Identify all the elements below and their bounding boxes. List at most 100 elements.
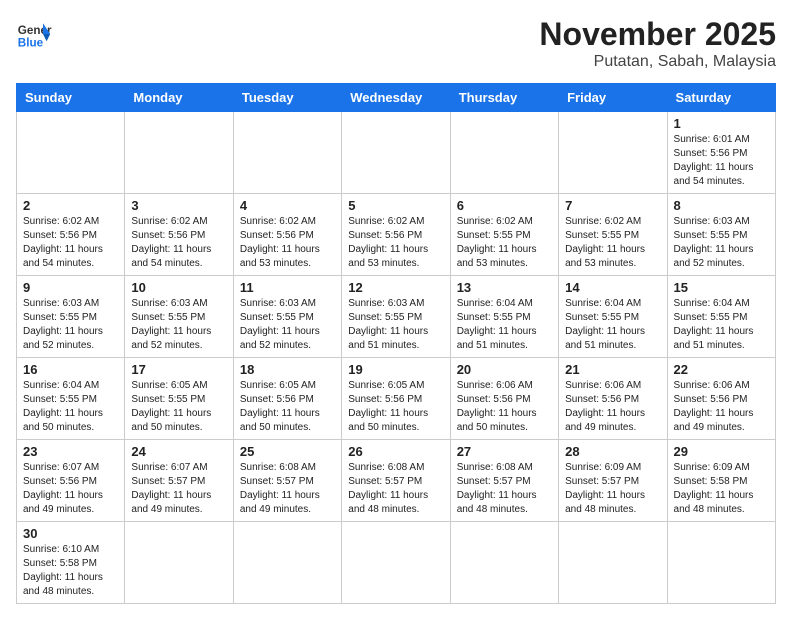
day-number: 25	[240, 444, 335, 459]
sunset-text: Sunset: 5:58 PM	[23, 558, 97, 569]
sunset-text: Sunset: 5:56 PM	[23, 230, 97, 241]
daylight-text: Daylight: 11 hours and 50 minutes.	[457, 408, 537, 433]
calendar-cell	[342, 112, 450, 194]
daylight-text: Daylight: 11 hours and 52 minutes.	[23, 326, 103, 351]
sunrise-text: Sunrise: 6:03 AM	[23, 298, 99, 309]
day-number: 20	[457, 362, 552, 377]
calendar-cell: 26Sunrise: 6:08 AMSunset: 5:57 PMDayligh…	[342, 440, 450, 522]
sunset-text: Sunset: 5:55 PM	[240, 312, 314, 323]
calendar-cell: 1Sunrise: 6:01 AMSunset: 5:56 PMDaylight…	[667, 112, 775, 194]
day-info: Sunrise: 6:05 AM Sunset: 5:56 PM Daylight:…	[348, 379, 443, 435]
daylight-text: Daylight: 11 hours and 53 minutes.	[348, 244, 428, 269]
calendar-cell: 24Sunrise: 6:07 AMSunset: 5:57 PMDayligh…	[125, 440, 233, 522]
col-header-saturday: Saturday	[667, 84, 775, 112]
calendar-cell: 2 Sunrise: 6:02 AMSunset: 5:56 PMDaylight…	[17, 194, 125, 276]
daylight-text: Daylight: 11 hours and 48 minutes.	[348, 490, 428, 515]
day-number: 2	[23, 198, 118, 213]
sunset-text: Sunset: 5:55 PM	[457, 312, 531, 323]
sunset-text: Sunset: 5:56 PM	[348, 230, 422, 241]
day-info: Sunrise: 6:04 AMSunset: 5:55 PMDaylight:…	[674, 297, 769, 353]
day-info: Sunrise: 6:10 AMSunset: 5:58 PMDaylight:…	[23, 543, 118, 599]
day-number: 21	[565, 362, 660, 377]
day-info: Sunrise: 6:09 AMSunset: 5:58 PMDaylight:…	[674, 461, 769, 517]
month-title: November 2025	[539, 16, 776, 53]
day-number: 19	[348, 362, 443, 377]
sunset-text: Sunset: 5:56 PM	[348, 394, 422, 405]
calendar-cell: 12Sunrise: 6:03 AMSunset: 5:55 PMDayligh…	[342, 276, 450, 358]
day-info: Sunrise: 6:03 AMSunset: 5:55 PMDaylight:…	[131, 297, 226, 353]
sunset-text: Sunset: 5:55 PM	[131, 394, 205, 405]
calendar-cell: 4Sunrise: 6:02 AMSunset: 5:56 PMDaylight…	[233, 194, 341, 276]
daylight-text: Daylight: 11 hours and 53 minutes.	[457, 244, 537, 269]
sunrise-text: Sunrise: 6:03 AM	[674, 216, 750, 227]
day-number: 6	[457, 198, 552, 213]
calendar-table: SundayMondayTuesdayWednesdayThursdayFrid…	[16, 83, 776, 604]
day-number: 3	[131, 198, 226, 213]
day-info: Sunrise: 6:02 AMSunset: 5:55 PMDaylight:…	[457, 215, 552, 271]
calendar-cell	[17, 112, 125, 194]
sunset-text: Sunset: 5:55 PM	[674, 230, 748, 241]
sunset-text: Sunset: 5:57 PM	[131, 476, 205, 487]
calendar-cell	[559, 522, 667, 604]
day-info: Sunrise: 6:05 AMSunset: 5:55 PMDaylight:…	[131, 379, 226, 435]
calendar-cell	[342, 522, 450, 604]
sunset-text: Sunset: 5:55 PM	[565, 312, 639, 323]
calendar-cell	[667, 522, 775, 604]
day-number: 27	[457, 444, 552, 459]
sunset-text: Sunset: 5:57 PM	[565, 476, 639, 487]
sunrise-text: Sunrise: 6:05 AM	[348, 380, 424, 391]
daylight-text: Daylight: 11 hours and 54 minutes.	[23, 244, 103, 269]
calendar-cell: 7Sunrise: 6:02 AMSunset: 5:55 PMDaylight…	[559, 194, 667, 276]
calendar-week-1: 2Sunrise: 6:02 AMSunset: 5:56 PMDaylight…	[17, 194, 776, 276]
sunset-text: Sunset: 5:57 PM	[348, 476, 422, 487]
daylight-text: Daylight: 11 hours and 48 minutes.	[23, 572, 103, 597]
daylight-text: Daylight: 11 hours and 51 minutes.	[674, 326, 754, 351]
day-number: 16	[23, 362, 118, 377]
day-info: Sunrise: 6:05 AMSunset: 5:56 PMDaylight:…	[240, 379, 335, 435]
calendar-cell: 28 Sunrise: 6:09 AM Sunset: 5:57 PM Dayligh…	[559, 440, 667, 522]
day-number: 23	[23, 444, 118, 459]
sunrise-text: Sunrise: 6:02 AM	[240, 216, 316, 227]
calendar-cell: 8Sunrise: 6:03 AMSunset: 5:55 PMDaylight…	[667, 194, 775, 276]
day-info: Sunrise: 6:02 AMSunset: 5:55 PMDaylight:…	[565, 215, 660, 271]
day-number: 22	[674, 362, 769, 377]
sunset-text: Sunset: 5:56 PM	[674, 394, 748, 405]
sunset-text: Sunset: 5:55 PM	[131, 312, 205, 323]
day-info: Sunrise: 6:06 AMSunset: 5:56 PMDaylight:…	[457, 379, 552, 435]
daylight-text: Daylight: 11 hours and 52 minutes.	[674, 244, 754, 269]
day-number: 29	[674, 444, 769, 459]
day-number: 30	[23, 526, 118, 541]
sunrise-text: Sunrise: 6:02 AM	[457, 216, 533, 227]
calendar-cell	[233, 112, 341, 194]
day-info: Sunrise: 6:03 AMSunset: 5:55 PMDaylight:…	[23, 297, 118, 353]
day-info: Sunrise: 6:08 AMSunset: 5:57 PMDaylight:…	[457, 461, 552, 517]
col-header-tuesday: Tuesday	[233, 84, 341, 112]
sunrise-text: Sunrise: 6:03 AM	[131, 298, 207, 309]
daylight-text: Daylight: 11 hours and 48 minutes.	[565, 490, 645, 515]
day-info: Sunrise: 6:03 AMSunset: 5:55 PMDaylight:…	[240, 297, 335, 353]
day-info: Sunrise: 6:04 AMSunset: 5:55 PMDaylight:…	[565, 297, 660, 353]
daylight-text: Daylight: 11 hours and 49 minutes.	[131, 490, 211, 515]
calendar-cell: 10Sunrise: 6:03 AMSunset: 5:55 PMDayligh…	[125, 276, 233, 358]
sunrise-text: Sunrise: 6:09 AM	[565, 462, 641, 473]
calendar-week-5: 30 Sunrise: 6:10 AMSunset: 5:58 PMDayligh…	[17, 522, 776, 604]
day-number: 10	[131, 280, 226, 295]
sunset-text: Sunset: 5:55 PM	[348, 312, 422, 323]
calendar-cell: 6 Sunrise: 6:02 AMSunset: 5:55 PMDaylight…	[450, 194, 558, 276]
daylight-text: Daylight: 11 hours and 48 minutes.	[457, 490, 537, 515]
sunset-text: Sunset: 5:56 PM	[240, 230, 314, 241]
sunrise-text: Sunrise: 6:08 AM	[240, 462, 316, 473]
daylight-text: Daylight: 11 hours and 50 minutes.	[348, 408, 428, 433]
daylight-text: Daylight: 11 hours and 51 minutes.	[565, 326, 645, 351]
sunrise-text: Sunrise: 6:08 AM	[348, 462, 424, 473]
calendar-cell: 3Sunrise: 6:02 AMSunset: 5:56 PMDaylight…	[125, 194, 233, 276]
daylight-text: Daylight: 11 hours and 53 minutes.	[240, 244, 320, 269]
calendar-cell: 27 Sunrise: 6:08 AMSunset: 5:57 PMDayligh…	[450, 440, 558, 522]
day-info: Sunrise: 6:09 AM Sunset: 5:57 PM Daylight:…	[565, 461, 660, 517]
day-info: Sunrise: 6:02 AMSunset: 5:56 PMDaylight:…	[23, 215, 118, 271]
day-number: 28	[565, 444, 660, 459]
sunset-text: Sunset: 5:57 PM	[457, 476, 531, 487]
day-info: Sunrise: 6:08 AMSunset: 5:57 PMDaylight:…	[240, 461, 335, 517]
sunrise-text: Sunrise: 6:03 AM	[240, 298, 316, 309]
calendar-cell: 17Sunrise: 6:05 AMSunset: 5:55 PMDayligh…	[125, 358, 233, 440]
